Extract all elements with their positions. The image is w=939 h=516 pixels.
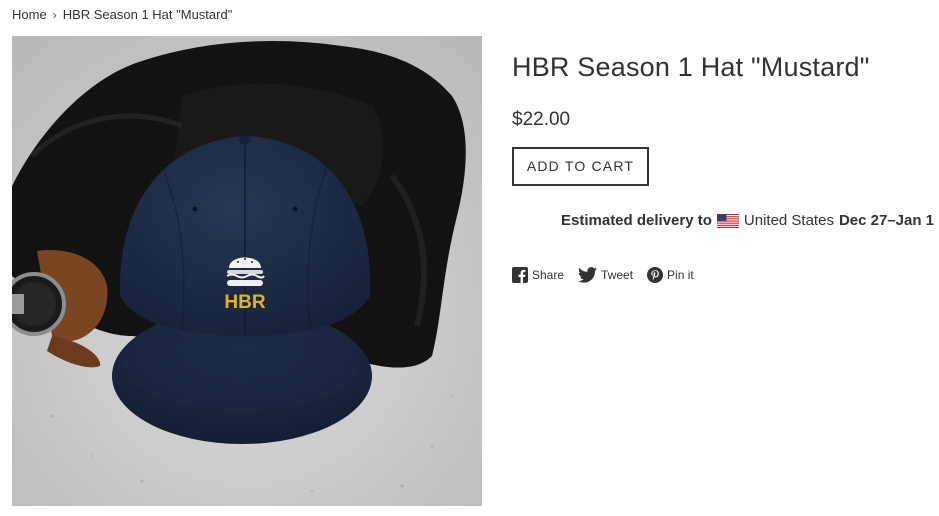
delivery-dates: Dec 27–Jan 1	[838, 212, 935, 229]
product-image[interactable]: HBR	[12, 36, 482, 506]
product-info: HBR Season 1 Hat "Mustard" $22.00 ADD TO…	[512, 52, 932, 186]
us-flag-icon	[716, 213, 739, 228]
pin-label: Pin it	[667, 268, 694, 282]
breadcrumb-current: HBR Season 1 Hat "Mustard"	[62, 7, 233, 22]
product-price: $22.00	[512, 109, 571, 130]
social-sharing: Share Tweet Pin it	[512, 267, 694, 283]
share-label: Share	[532, 268, 565, 282]
add-to-cart-button[interactable]: ADD TO CART	[512, 147, 649, 186]
delivery-prefix: Estimated delivery to	[561, 212, 712, 229]
share-pinterest-link[interactable]: Pin it	[647, 267, 694, 283]
share-facebook-link[interactable]: Share	[512, 267, 564, 283]
hat-logo-text: HBR	[224, 292, 265, 313]
breadcrumb-separator: ›	[52, 7, 57, 22]
product-photo: HBR	[12, 36, 482, 506]
facebook-icon	[512, 267, 528, 283]
product-title: HBR Season 1 Hat "Mustard"	[512, 52, 870, 82]
tweet-label: Tweet	[601, 268, 634, 282]
twitter-icon	[578, 267, 598, 283]
share-twitter-link[interactable]: Tweet	[578, 267, 633, 283]
delivery-country: United States	[743, 212, 834, 229]
pinterest-icon	[647, 267, 664, 283]
breadcrumb-home-link[interactable]: Home	[12, 7, 47, 22]
breadcrumb: Home › HBR Season 1 Hat "Mustard"	[12, 7, 232, 22]
estimated-delivery: Estimated delivery to United States Dec …	[561, 212, 934, 229]
